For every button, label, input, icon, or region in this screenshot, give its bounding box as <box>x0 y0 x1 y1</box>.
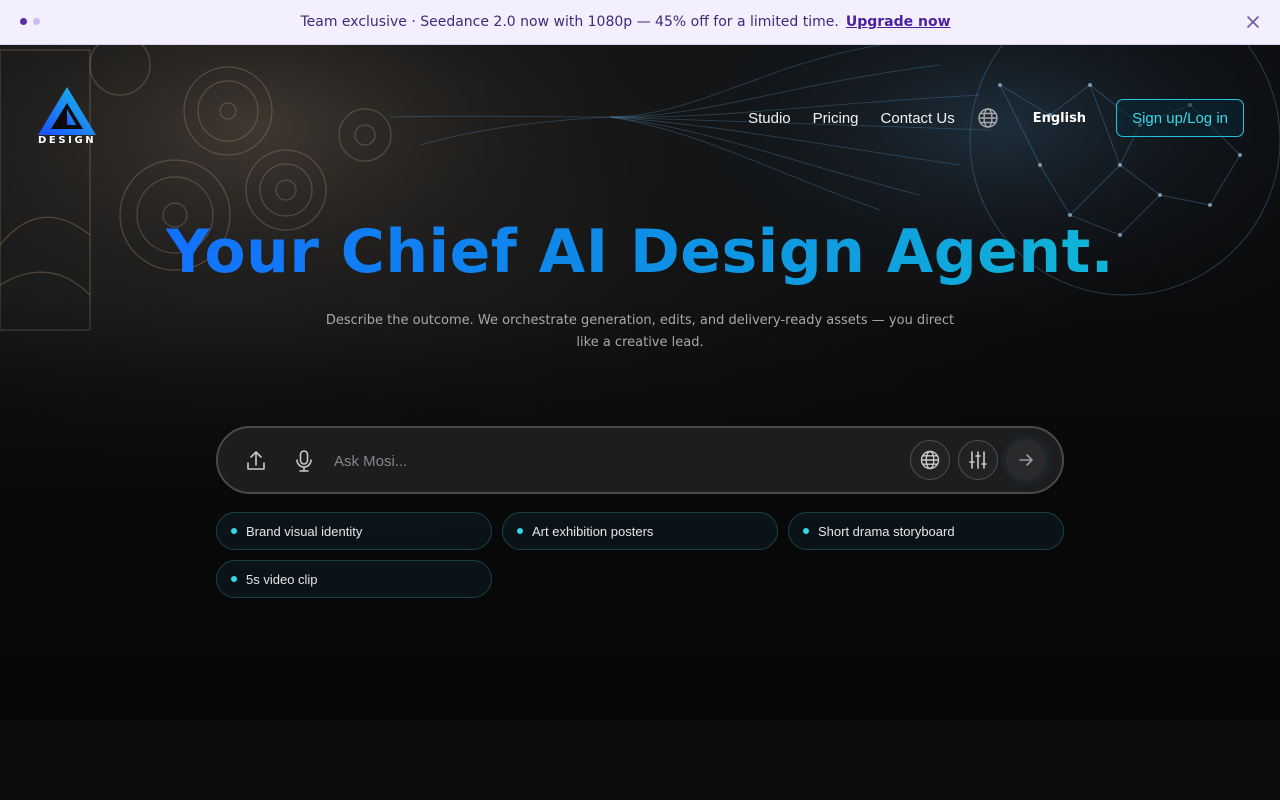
suggestion-chip-drama-storyboard[interactable]: Short drama storyboard <box>788 512 1064 550</box>
language-selector[interactable]: English <box>1033 111 1086 126</box>
prompt-input[interactable] <box>334 446 894 476</box>
close-icon[interactable] <box>1243 12 1263 32</box>
chip-label: Brand visual identity <box>246 523 363 539</box>
chip-bullet <box>231 576 237 582</box>
settings-sliders-icon <box>969 451 987 469</box>
send-button[interactable] <box>1006 440 1046 480</box>
nav-link-studio[interactable]: Studio <box>748 110 791 127</box>
nav-link-pricing[interactable]: Pricing <box>813 110 859 127</box>
suggestion-chip-brand-identity[interactable]: Brand visual identity <box>216 512 492 550</box>
chip-bullet <box>231 528 237 534</box>
banner-message: Team exclusive · Seedance 2.0 now with 1… <box>0 0 1251 44</box>
page-title: Your Chief AI Design Agent. <box>0 217 1280 287</box>
upload-icon[interactable] <box>241 446 271 476</box>
globe-icon[interactable] <box>977 107 999 129</box>
signup-login-button[interactable]: Sign up/Log in <box>1116 99 1244 137</box>
chip-label: 5s video clip <box>246 571 318 587</box>
prompt-bar <box>216 426 1064 494</box>
chip-bullet <box>517 528 523 534</box>
logo-text: DESIGN <box>38 135 97 146</box>
hero-section: DESIGN Studio Pricing Contact Us English… <box>0 45 1280 720</box>
upgrade-link[interactable]: Upgrade now <box>846 14 951 30</box>
microphone-icon[interactable] <box>289 446 319 476</box>
arrow-right-icon <box>1019 454 1033 466</box>
suggestion-chip-video-clip[interactable]: 5s video clip <box>216 560 492 598</box>
nav-link-contact[interactable]: Contact Us <box>881 110 955 127</box>
web-search-icon <box>920 450 940 470</box>
headline-text: Your Chief AI Design Agent. <box>165 217 1115 287</box>
top-nav: Studio Pricing Contact Us English Sign u… <box>748 99 1244 137</box>
chip-bullet <box>803 528 809 534</box>
chip-label: Art exhibition posters <box>532 523 654 539</box>
hero-subtitle: Describe the outcome. We orchestrate gen… <box>325 313 955 350</box>
banner-text: Team exclusive · Seedance 2.0 now with 1… <box>300 14 839 30</box>
chip-label: Short drama storyboard <box>818 523 955 539</box>
settings-button[interactable] <box>958 440 998 480</box>
web-search-toggle[interactable] <box>910 440 950 480</box>
suggestion-chip-exhibition-posters[interactable]: Art exhibition posters <box>502 512 778 550</box>
promo-banner: Team exclusive · Seedance 2.0 now with 1… <box>0 0 1280 45</box>
hero-fade <box>0 295 1280 720</box>
page-bottom <box>0 720 1280 800</box>
